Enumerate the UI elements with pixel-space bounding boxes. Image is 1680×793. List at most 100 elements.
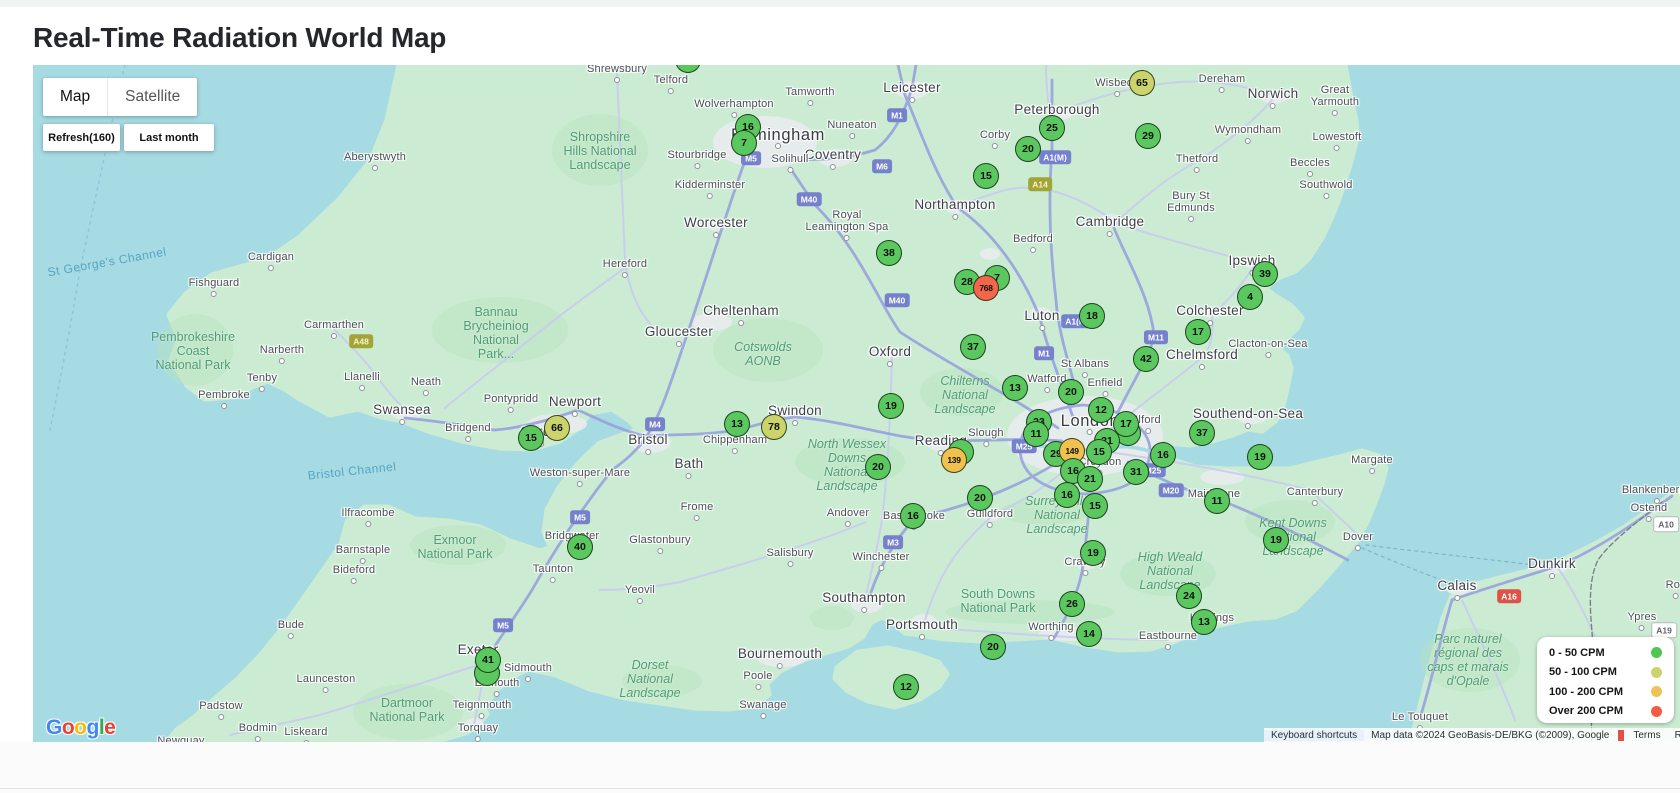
radiation-marker[interactable]: 78 [761, 414, 787, 440]
page-title: Real-Time Radiation World Map [33, 22, 446, 54]
city-label: Portsmouth [886, 618, 958, 632]
city-label: Royal Leamington Spa [806, 209, 889, 233]
city-label: Southampton [822, 591, 906, 605]
radiation-marker[interactable]: 7 [731, 130, 757, 156]
radiation-marker[interactable]: 13 [724, 411, 750, 437]
legend-color-dot [1651, 647, 1662, 658]
road-badge: A14 [1028, 177, 1052, 191]
city-label: Nuneaton [827, 119, 876, 131]
city-label: Ostend [1631, 502, 1668, 514]
radiation-marker[interactable]: 15 [1082, 493, 1108, 519]
refresh-button[interactable]: Refresh(160) [43, 124, 120, 151]
radiation-marker[interactable]: 13 [1002, 375, 1028, 401]
area-label: South Downs National Park [960, 587, 1035, 615]
radiation-marker[interactable]: 39 [1252, 261, 1278, 287]
radiation-marker[interactable]: 37 [1189, 420, 1215, 446]
radiation-marker[interactable]: 768 [973, 275, 999, 301]
city-label: Thetford [1176, 153, 1219, 165]
city-label: Bournemouth [738, 647, 822, 661]
city-label: Wolverhampton [694, 98, 773, 110]
city-label: Tenby [247, 372, 277, 384]
road-badge: M40 [885, 293, 910, 307]
radiation-marker[interactable]: 25 [1039, 115, 1065, 141]
radiation-marker[interactable]: 41 [475, 647, 501, 673]
area-label: Dartmoor National Park [369, 696, 444, 724]
radiation-marker[interactable]: 31 [1123, 459, 1149, 485]
radiation-marker[interactable]: 12 [1088, 397, 1114, 423]
radiation-marker[interactable]: 19 [1247, 444, 1273, 470]
city-label: Oxford [869, 345, 911, 359]
city-label: Dunkirk [1528, 557, 1576, 571]
city-label: Glastonbury [629, 534, 691, 546]
city-label: Llanelli [344, 371, 380, 383]
city-label: Teignmouth [453, 699, 512, 711]
city-label: Wymondham [1215, 124, 1282, 136]
city-label: St Albans [1061, 358, 1109, 370]
map-type-control: Map Satellite [43, 78, 197, 116]
map-type-map-button[interactable]: Map [43, 78, 107, 116]
radiation-marker[interactable]: 16 [900, 503, 926, 529]
radiation-marker[interactable]: 21 [1077, 466, 1103, 492]
report-map-error-link[interactable]: Report a map error [1668, 730, 1680, 741]
city-label: Barnstaple [336, 544, 391, 556]
radiation-marker[interactable]: 37 [960, 334, 986, 360]
radiation-marker[interactable]: 14 [1076, 621, 1102, 647]
radiation-marker[interactable]: 20 [1058, 379, 1084, 405]
attribution-icon [1618, 730, 1624, 741]
city-label: Pontypridd [484, 393, 539, 405]
radiation-marker[interactable]: 13 [1191, 609, 1217, 635]
radiation-marker[interactable]: 19 [878, 393, 904, 419]
city-label: Bideford [333, 564, 376, 576]
legend-label: 100 - 200 CPM [1549, 686, 1623, 698]
city-label: Winchester [852, 551, 909, 563]
city-label: Liskeard [284, 726, 327, 738]
radiation-marker[interactable]: 19 [1263, 527, 1289, 553]
radiation-marker[interactable]: 19 [1080, 540, 1106, 566]
radiation-marker[interactable]: 20 [865, 454, 891, 480]
keyboard-shortcuts-button[interactable]: Keyboard shortcuts [1264, 730, 1364, 741]
radiation-marker[interactable]: 26 [1059, 591, 1085, 617]
radiation-marker[interactable]: 15 [973, 163, 999, 189]
city-label: Le Touquet [1392, 711, 1448, 723]
terms-link[interactable]: Terms [1626, 730, 1667, 741]
city-label: Pembroke [198, 389, 250, 401]
radiation-marker[interactable]: 16 [1150, 442, 1176, 468]
city-label: Salisbury [766, 547, 813, 559]
radiation-marker[interactable]: 24 [1176, 583, 1202, 609]
radiation-marker[interactable]: 18 [1079, 303, 1105, 329]
radiation-marker[interactable]: 65 [1129, 70, 1155, 96]
radiation-marker[interactable]: 15 [518, 425, 544, 451]
radiation-marker[interactable]: 42 [1133, 346, 1159, 372]
city-label: Narberth [260, 344, 304, 356]
city-label: Bedford [1013, 233, 1053, 245]
radiation-marker[interactable]: 139 [941, 447, 967, 473]
map-type-satellite-button[interactable]: Satellite [107, 78, 197, 116]
map-attribution-bar: Keyboard shortcuts Map data ©2024 GeoBas… [1264, 728, 1680, 742]
radiation-marker[interactable]: 16 [1054, 482, 1080, 508]
google-logo[interactable]: Google [46, 716, 115, 740]
radiation-marker[interactable]: 11 [1204, 488, 1230, 514]
legend-item: 0 - 50 CPM [1537, 643, 1674, 663]
radiation-marker[interactable]: 20 [1015, 136, 1041, 162]
map-canvas[interactable]: St George's ChannelBristol Channel Shrop… [33, 65, 1680, 742]
city-label: Cheltenham [703, 304, 779, 318]
radiation-marker[interactable]: 29 [1135, 123, 1161, 149]
radiation-marker[interactable]: 40 [567, 534, 593, 560]
city-label: Bury St Edmunds [1167, 190, 1215, 214]
city-label: Bath [675, 457, 704, 471]
radiation-marker[interactable]: 38 [876, 240, 902, 266]
radiation-marker[interactable]: 20 [967, 485, 993, 511]
radiation-marker[interactable]: 15 [1086, 439, 1112, 465]
city-label: Swansea [373, 403, 431, 417]
radiation-marker[interactable]: 4 [1237, 284, 1263, 310]
city-label: Norwich [1248, 87, 1299, 101]
radiation-marker[interactable]: 12 [893, 674, 919, 700]
last-month-button[interactable]: Last month [124, 124, 214, 151]
radiation-marker[interactable]: 20 [980, 634, 1006, 660]
legend-label: 0 - 50 CPM [1549, 647, 1605, 659]
road-badge: M11 [1144, 330, 1168, 344]
radiation-marker[interactable]: 66 [544, 415, 570, 441]
radiation-marker[interactable]: 17 [1185, 319, 1211, 345]
radiation-marker[interactable]: 11 [1023, 421, 1049, 447]
road-badge: M3 [883, 535, 903, 549]
